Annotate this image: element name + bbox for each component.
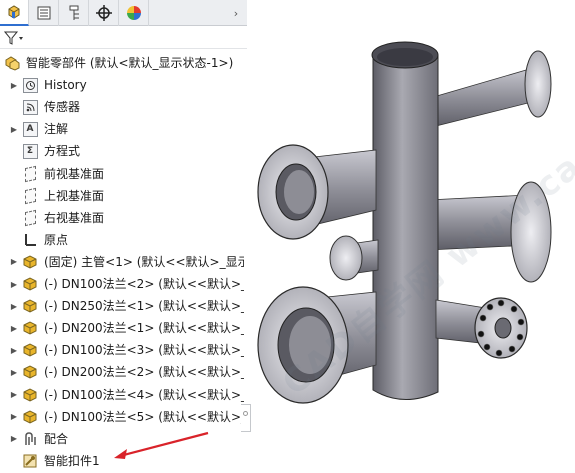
flange-top-right	[524, 50, 552, 118]
part-icon	[22, 298, 38, 314]
property-list-icon	[37, 6, 51, 20]
tree-root-node[interactable]: 智能零部件 (默认<默认_显示状态-1>)	[0, 52, 247, 74]
plane-icon	[22, 187, 38, 204]
tree-node[interactable]: 前视基准面	[0, 163, 247, 185]
tree-node[interactable]: ▶ (-) DN250法兰<1> (默认<<默认>_	[0, 295, 247, 317]
tree-node-label: 原点	[44, 232, 69, 247]
annotation-arrow-icon	[114, 431, 209, 459]
tab-display-manager[interactable]	[120, 0, 149, 26]
expand-arrow-icon[interactable]: ▶	[9, 406, 19, 428]
expand-arrow-icon[interactable]: ▶	[9, 273, 19, 295]
expand-arrow-icon[interactable]: ▶	[9, 361, 19, 383]
part-icon	[22, 276, 38, 292]
plane-icon	[22, 209, 38, 226]
tree-node[interactable]: ▶ (-) DN100法兰<4> (默认<<默认>_	[0, 384, 247, 406]
tree-node[interactable]: ▶ (-) DN100法兰<3> (默认<<默认>_	[0, 339, 247, 361]
tree-node-label: (-) DN200法兰<2> (默认<<默认>_	[44, 365, 244, 380]
expand-arrow-icon[interactable]: ▶	[9, 384, 19, 406]
part-icon	[22, 387, 38, 403]
tree-node-label: 上视基准面	[44, 188, 105, 203]
tree-node[interactable]: ▶ (-) DN100法兰<2> (默认<<默认>_	[0, 273, 247, 295]
tree-node-label: 注解	[44, 122, 69, 137]
sensor-icon	[22, 99, 38, 115]
tree-node[interactable]: ▶ History	[0, 74, 247, 96]
tree-node[interactable]: ▶ (-) DN200法兰<1> (默认<<默认>_	[0, 317, 247, 339]
configuration-icon	[69, 5, 79, 20]
part-icon	[22, 409, 38, 425]
tree-node-label: History	[44, 78, 87, 93]
tree-node-label: 前视基准面	[44, 166, 105, 181]
tree-node-label: (-) DN100法兰<4> (默认<<默认>_	[44, 387, 244, 402]
tree-filter-bar	[0, 27, 247, 49]
more-tabs-arrow-icon[interactable]: ›	[229, 3, 243, 23]
tree-node[interactable]: 原点	[0, 229, 247, 251]
plane-icon	[22, 165, 38, 182]
tab-configuration-manager[interactable]	[60, 0, 89, 26]
tree-node[interactable]: ▶ (固定) 主管<1> (默认<<默认>_显示	[0, 251, 247, 273]
tree-node[interactable]: Σ 方程式	[0, 140, 247, 162]
funnel-filter-icon[interactable]	[3, 30, 26, 49]
expand-arrow-icon[interactable]: ▶	[9, 317, 19, 339]
tree-node-label: 智能零部件 (默认<默认_显示状态-1>)	[26, 56, 234, 70]
part-tree-icon	[8, 5, 20, 19]
crosshair-icon	[96, 5, 112, 21]
mates-icon	[22, 431, 38, 447]
feature-manager-panel: › 智能零部件 (默认<默认_显示状态-1>) ▶ History 传感器 ▶ A 注解 Σ 方…	[0, 0, 251, 470]
smart-fastener-icon	[22, 453, 38, 469]
expand-arrow-icon[interactable]: ▶	[9, 251, 19, 273]
tree-node[interactable]: 上视基准面	[0, 185, 247, 207]
expand-arrow-icon[interactable]: ▶	[9, 74, 19, 96]
tree-node[interactable]: 传感器	[0, 96, 247, 118]
tree-node-label: 右视基准面	[44, 210, 105, 225]
tree-node-label: (-) DN250法兰<1> (默认<<默认>_	[44, 299, 244, 314]
tree-node[interactable]: 右视基准面	[0, 207, 247, 229]
tree-node-label: (-) DN100法兰<2> (默认<<默认>_	[44, 277, 244, 291]
tree-node-label: 方程式	[44, 144, 81, 159]
part-icon	[22, 320, 38, 336]
origin-icon	[22, 232, 38, 248]
tab-feature-manager[interactable]	[0, 0, 29, 26]
assembly-icon	[4, 55, 20, 71]
tree-node[interactable]: ▶ (-) DN200法兰<2> (默认<<默认>_	[0, 361, 247, 383]
annotation-icon: A	[22, 121, 38, 137]
tree-node-label: 传感器	[44, 100, 81, 115]
history-icon	[22, 77, 38, 93]
part-icon	[22, 364, 38, 380]
expand-arrow-icon[interactable]: ▶	[9, 118, 19, 140]
part-icon	[22, 254, 38, 270]
part-icon	[22, 342, 38, 358]
tree-node[interactable]: ▶ A 注解	[0, 118, 247, 140]
manager-tab-bar: ›	[0, 0, 247, 26]
tab-dimxpert-manager[interactable]	[90, 0, 119, 26]
tree-node-label: 智能扣件1	[44, 453, 100, 468]
expand-arrow-icon[interactable]: ▶	[9, 295, 19, 317]
tree-node-label: (-) DN100法兰<3> (默认<<默认>_	[44, 343, 244, 358]
expand-arrow-icon[interactable]: ▶	[9, 428, 19, 450]
tree-node-label: (-) DN200法兰<1> (默认<<默认>_	[44, 321, 244, 336]
tree-node-label: 配合	[44, 431, 69, 446]
tree-node-label: (-) DN100法兰<5> (默认<<默认>_	[44, 409, 244, 424]
equation-icon: Σ	[22, 143, 38, 159]
color-wheel-icon	[127, 6, 141, 20]
tab-property-manager[interactable]	[30, 0, 59, 26]
expand-arrow-icon[interactable]: ▶	[9, 339, 19, 361]
tree-node-label: (固定) 主管<1> (默认<<默认>_显示	[44, 254, 244, 269]
